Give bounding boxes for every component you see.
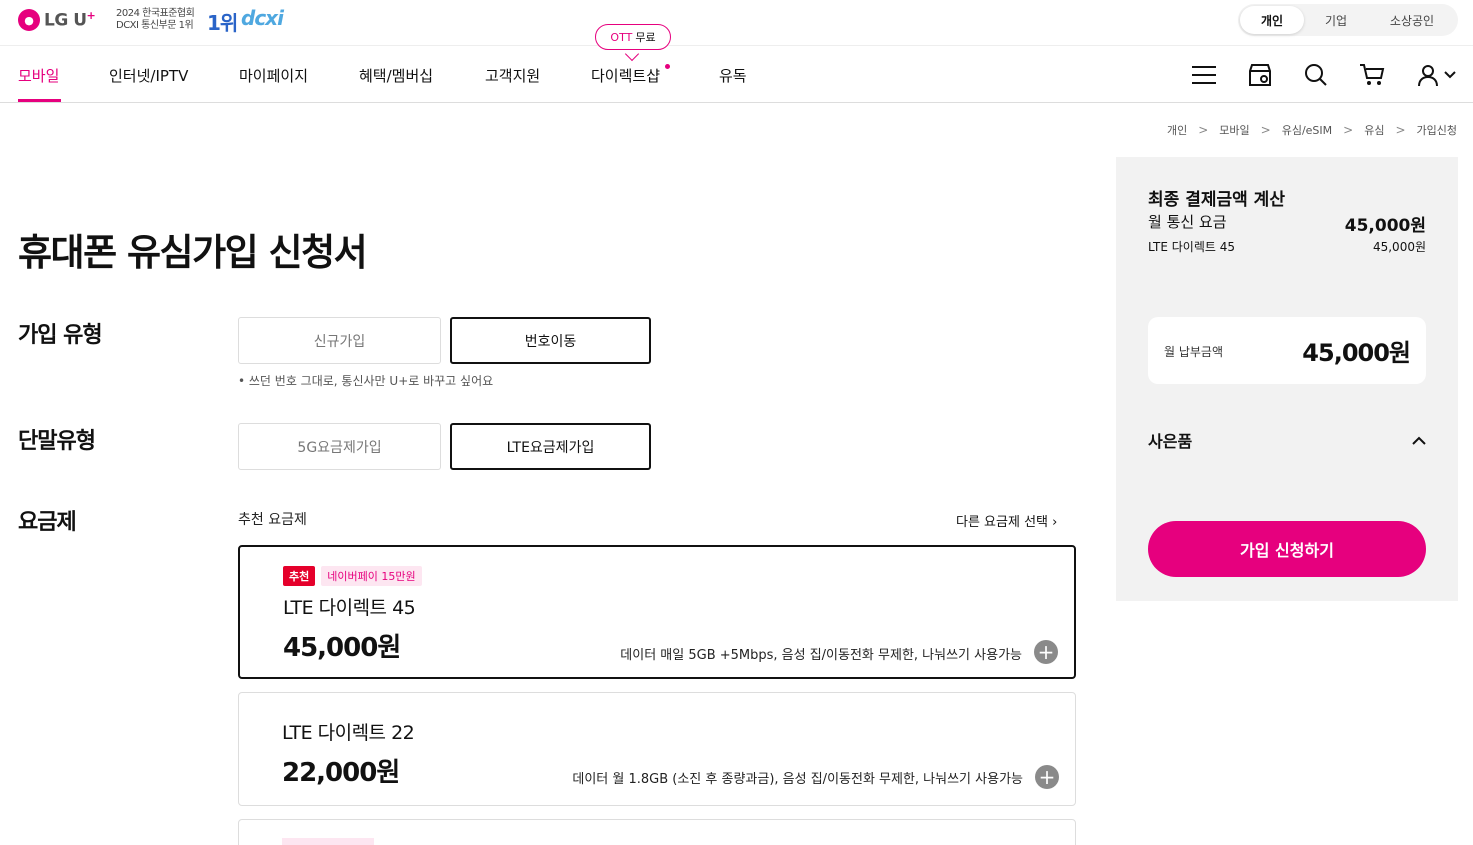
plus-icon[interactable]: + [1035, 765, 1059, 789]
naverpay-badge-partial [282, 838, 374, 845]
payment-summary-panel: 최종 결제금액 계산 월 통신 요금 45,000원 LTE 다이렉트 45 4… [1116, 157, 1458, 601]
lg-logo-icon: ● [18, 9, 40, 31]
breadcrumb-item[interactable]: 유심/eSIM [1282, 122, 1332, 138]
lg-uplus-logo[interactable]: ● LG U+ [18, 9, 96, 31]
chevron-right-icon: > [1343, 123, 1354, 137]
chevron-right-icon: > [1260, 123, 1271, 137]
breadcrumb-item[interactable]: 모바일 [1219, 122, 1249, 138]
join-type-port-button[interactable]: 번호이동 [450, 317, 651, 364]
segment-small-business[interactable]: 소상공인 [1368, 6, 1456, 34]
breadcrumb: 개인 > 모바일 > 유심/eSIM > 유심 > 가입신청 [1167, 122, 1457, 138]
plan-badges: 추천 네이버페이 15만원 [283, 566, 422, 586]
monthly-fee-row: 월 통신 요금 45,000원 [1148, 211, 1426, 236]
nav-active-underline [18, 99, 61, 102]
chevron-right-icon: > [1198, 123, 1209, 137]
logo-text: LG U+ [44, 9, 96, 31]
apply-button[interactable]: 가입 신청하기 [1148, 521, 1426, 577]
plan-fee-label: LTE 다이렉트 45 [1148, 240, 1236, 254]
nav-internet-iptv[interactable]: 인터넷/IPTV [109, 65, 188, 86]
other-plan-link[interactable]: 다른 요금제 선택 › [956, 511, 1057, 530]
segment-business[interactable]: 기업 [1304, 6, 1368, 34]
device-type-5g-button[interactable]: 5G요금제가입 [238, 423, 441, 470]
award-text: 2024 한국표준협회 DCXI 통신부문 1위 [116, 8, 195, 31]
segment-personal[interactable]: 개인 [1240, 6, 1304, 34]
user-menu-icon[interactable] [1414, 61, 1458, 89]
nav-mobile[interactable]: 모바일 [18, 65, 59, 86]
plan-fee-row: LTE 다이렉트 45 45,000원 [1148, 238, 1426, 255]
breadcrumb-item[interactable]: 유심 [1364, 122, 1384, 138]
device-type-lte-button[interactable]: LTE요금제가입 [450, 423, 651, 470]
monthly-fee-label: 월 통신 요금 [1148, 213, 1227, 231]
plan-name: LTE 다이렉트 45 [283, 597, 416, 619]
monthly-payment-value: 45,000원 [1302, 339, 1411, 367]
plan-description: 데이터 매일 5GB +5Mbps, 음성 집/이동전화 무제한, 나눠쓰기 사… [620, 648, 1022, 663]
nav-yudok[interactable]: 유독 [719, 65, 747, 86]
nav-benefits[interactable]: 혜택/멤버십 [359, 65, 433, 86]
cart-icon[interactable] [1358, 61, 1386, 89]
plan-fee-value: 45,000원 [1372, 240, 1426, 254]
plan-label: 요금제 [18, 510, 77, 535]
join-type-label: 가입 유형 [18, 323, 103, 348]
monthly-payment-label: 월 납부금액 [1164, 345, 1224, 359]
new-dot-indicator [665, 64, 670, 69]
plan-card[interactable] [238, 819, 1076, 845]
recommended-plan-heading: 추천 요금제 [238, 512, 307, 528]
naverpay-badge: 네이버페이 15만원 [321, 566, 422, 586]
device-type-label: 단말유형 [18, 429, 96, 454]
plan-card[interactable]: LTE 다이렉트 22 22,000원 데이터 월 1.8GB (소진 후 종량… [238, 692, 1076, 806]
dcxi-logo: dcxi [241, 6, 284, 30]
join-type-hint: • 쓰던 번호 그대로, 통신사만 U+로 바꾸고 싶어요 [238, 374, 494, 388]
chevron-up-icon[interactable] [1412, 431, 1426, 450]
plan-card[interactable]: 추천 네이버페이 15만원 LTE 다이렉트 45 45,000원 데이터 매일… [238, 545, 1076, 679]
store-icon[interactable] [1246, 61, 1274, 89]
join-type-new-button[interactable]: 신규가입 [238, 317, 441, 364]
nav-direct-shop[interactable]: 다이렉트샵 [591, 65, 660, 86]
summary-title: 최종 결제금액 계산 [1148, 190, 1285, 210]
monthly-payment-box: 월 납부금액 45,000원 [1148, 317, 1426, 384]
breadcrumb-item[interactable]: 개인 [1167, 122, 1187, 138]
nav-support[interactable]: 고객지원 [485, 65, 540, 86]
plus-icon[interactable]: + [1034, 640, 1058, 664]
nav-mypage[interactable]: 마이페이지 [239, 65, 308, 86]
plan-description: 데이터 월 1.8GB (소진 후 종량과금), 음성 집/이동전화 무제한, … [572, 772, 1023, 787]
top-bar: ● LG U+ 2024 한국표준협회 DCXI 통신부문 1위 1위 dcxi… [0, 0, 1473, 46]
menu-icon[interactable] [1190, 61, 1218, 89]
breadcrumb-item-current: 가입신청 [1416, 124, 1457, 137]
search-icon[interactable] [1302, 61, 1330, 89]
plan-price: 45,000원 [283, 633, 401, 663]
gift-label[interactable]: 사은품 [1148, 428, 1192, 452]
page-title: 휴대폰 유심가입 신청서 [18, 231, 368, 274]
plan-price: 22,000원 [282, 758, 400, 788]
monthly-fee-value: 45,000원 [1344, 216, 1426, 236]
recommend-badge: 추천 [283, 566, 316, 586]
plan-name: LTE 다이렉트 22 [282, 722, 415, 744]
customer-type-switch: 개인 기업 소상공인 [1238, 4, 1458, 36]
chevron-right-icon: > [1395, 123, 1406, 137]
award-rank: 1위 [207, 11, 238, 35]
ott-free-badge: OTT 무료 [595, 24, 671, 50]
